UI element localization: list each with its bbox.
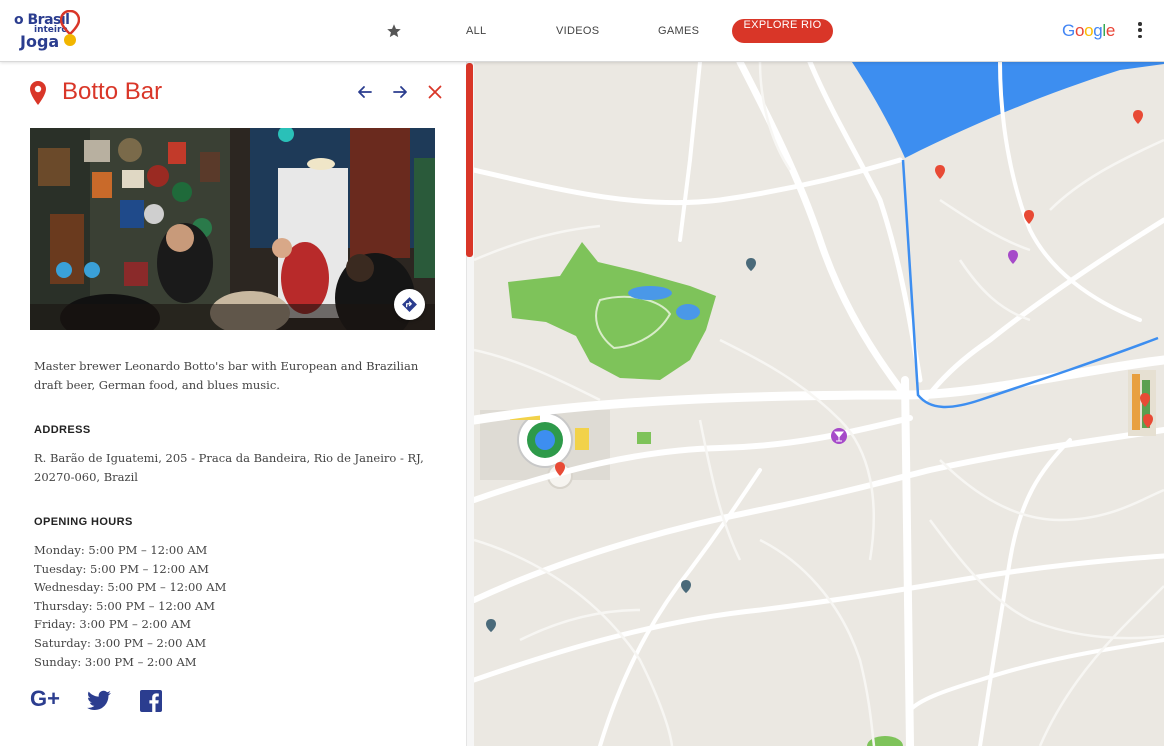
address-label: ADDRESS bbox=[34, 424, 91, 436]
arrow-left-icon[interactable] bbox=[356, 83, 374, 101]
hours-saturday: Saturday: 3:00 PM – 2:00 AM bbox=[34, 635, 207, 650]
nav-explore-rio[interactable]: EXPLORE RIO bbox=[732, 19, 833, 43]
map-view[interactable] bbox=[474, 62, 1164, 746]
facebook-icon[interactable] bbox=[139, 688, 163, 714]
place-title: Botto Bar bbox=[62, 78, 163, 105]
hours-wednesday: Wednesday: 5:00 PM – 12:00 AM bbox=[34, 580, 227, 595]
brand-logo[interactable]: o Brasil inteiro Joga bbox=[12, 8, 82, 54]
nav-videos[interactable]: VIDEOS bbox=[556, 25, 599, 37]
hours-friday: Friday: 3:00 PM – 2:00 AM bbox=[34, 617, 192, 632]
location-pin-icon bbox=[30, 81, 46, 105]
hours-monday: Monday: 5:00 PM – 12:00 AM bbox=[34, 543, 208, 557]
place-address: R. Barão de Iguatemi, 205 - Praca da Ban… bbox=[34, 451, 424, 484]
google-logo: Google bbox=[1062, 21, 1116, 40]
opening-hours-label: OPENING HOURS bbox=[34, 516, 133, 528]
hours-sunday: Sunday: 3:00 PM – 2:00 AM bbox=[34, 654, 197, 669]
top-bar: o Brasil inteiro Joga ALL VIDEOS GAMES E… bbox=[0, 0, 1164, 62]
place-photo bbox=[30, 128, 435, 330]
nav-games[interactable]: GAMES bbox=[658, 25, 699, 37]
place-description: Master brewer Leonardo Botto's bar with … bbox=[34, 359, 419, 392]
hours-thursday: Thursday: 5:00 PM – 12:00 AM bbox=[34, 598, 216, 613]
hours-tuesday: Tuesday: 5:00 PM – 12:00 AM bbox=[34, 561, 209, 576]
bar-interior-photo bbox=[30, 128, 435, 330]
map-canvas bbox=[474, 62, 1164, 746]
directions-icon bbox=[402, 297, 417, 312]
panel-scrollbar-thumb[interactable] bbox=[466, 63, 473, 257]
google-plus-icon[interactable]: G+ bbox=[30, 686, 60, 712]
kebab-menu-icon[interactable] bbox=[1133, 20, 1147, 42]
star-icon[interactable] bbox=[385, 22, 403, 40]
arrow-right-icon[interactable] bbox=[391, 83, 409, 101]
opening-hours-list: Monday: 5:00 PM – 12:00 AM Tuesday: 5:00… bbox=[34, 541, 444, 671]
logo-pin-icon bbox=[60, 10, 80, 46]
directions-button[interactable] bbox=[394, 289, 425, 320]
close-icon[interactable] bbox=[426, 83, 444, 101]
nav-all[interactable]: ALL bbox=[466, 25, 486, 37]
twitter-icon[interactable] bbox=[86, 688, 112, 714]
